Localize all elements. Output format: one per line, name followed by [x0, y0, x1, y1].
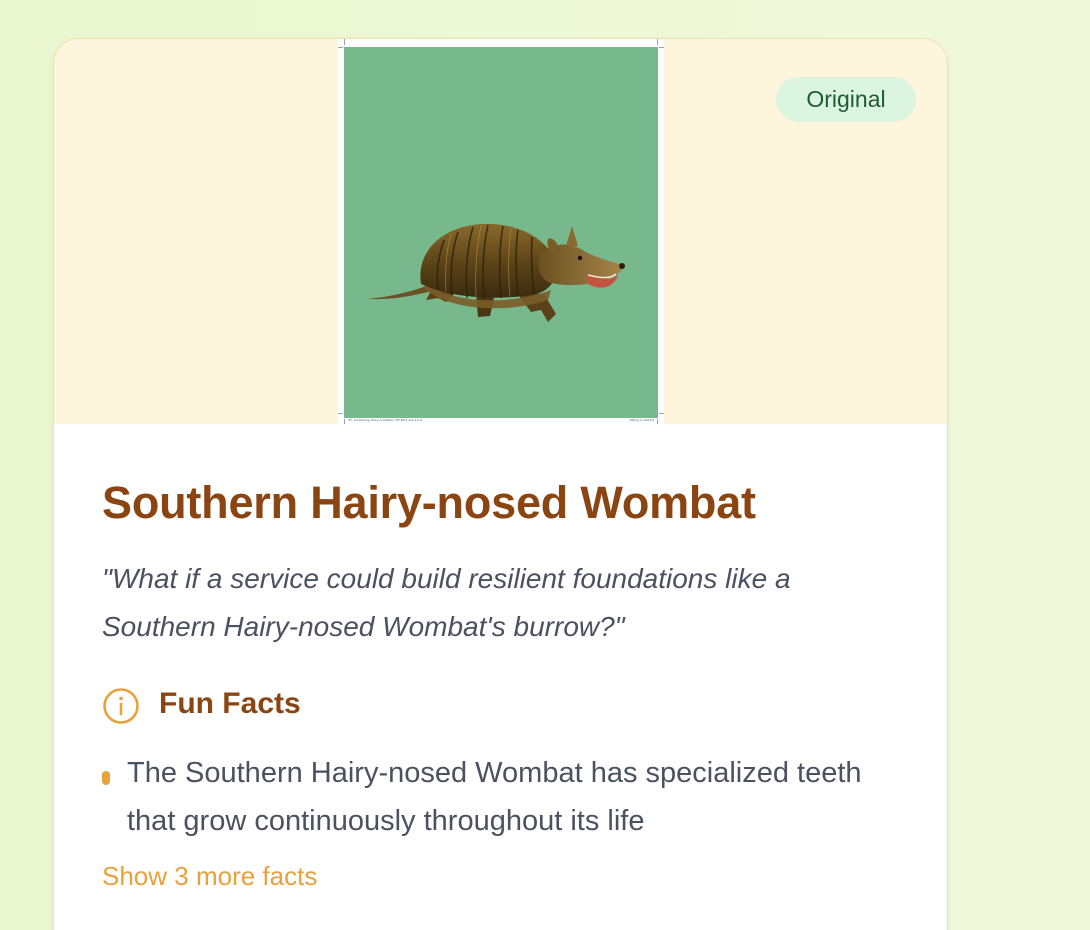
crop-mark	[338, 47, 343, 48]
info-circle-icon	[103, 688, 139, 724]
armadillo-illustration	[368, 223, 625, 322]
animal-quote: "What if a service could build resilient…	[102, 563, 791, 642]
fact-bullet	[102, 771, 110, 785]
animal-card: 43. Screaming Hairy Armadillo, PH:4P-4 w…	[53, 38, 948, 930]
crop-mark	[659, 413, 664, 414]
animal-poster: 43. Screaming Hairy Armadillo, PH:4P-4 w…	[338, 39, 664, 424]
crop-mark	[338, 413, 343, 414]
crop-mark	[659, 47, 664, 48]
fact-text: The Southern Hairy-nosed Wombat has spec…	[127, 757, 862, 837]
poster-background	[344, 47, 658, 418]
poster-caption-left: 43. Screaming Hairy Armadillo, PH:4P-4 w…	[348, 418, 423, 422]
crop-mark	[657, 39, 658, 45]
crop-mark	[657, 419, 658, 424]
page: 43. Screaming Hairy Armadillo, PH:4P-4 w…	[0, 0, 1090, 930]
original-badge: Original	[776, 77, 916, 122]
poster-caption-right: Sitting in 3x6 P4	[629, 418, 654, 422]
fun-facts-title: Fun Facts	[159, 687, 301, 720]
show-more-facts-button[interactable]: Show 3 more facts	[102, 861, 317, 892]
crop-mark	[344, 419, 345, 424]
card-hero: 43. Screaming Hairy Armadillo, PH:4P-4 w…	[54, 39, 947, 424]
crop-mark	[344, 39, 345, 45]
animal-title: Southern Hairy-nosed Wombat	[102, 477, 756, 528]
